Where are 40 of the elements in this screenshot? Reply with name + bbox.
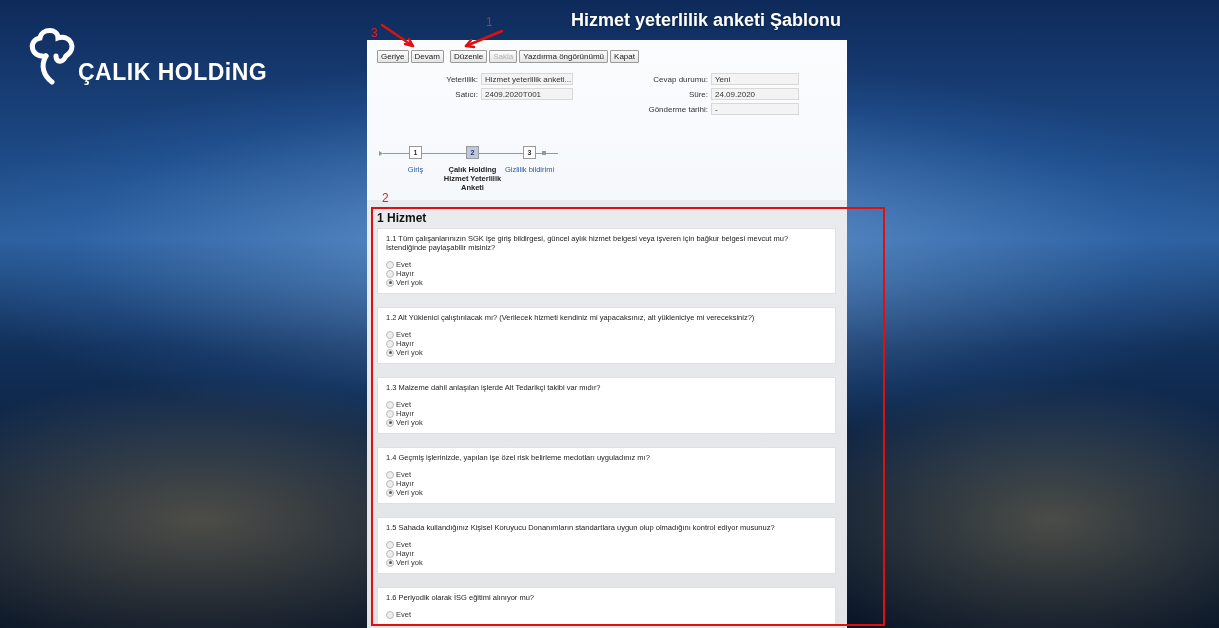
radio-button[interactable] [386, 549, 394, 558]
field-label: Cevap durumu: [652, 74, 708, 84]
radio-button[interactable] [386, 269, 394, 278]
stepper-start-icon [379, 151, 383, 156]
field-value: Yeni [711, 73, 799, 85]
radio-button[interactable] [386, 418, 394, 427]
field-label: Gönderme tarihi: [647, 104, 708, 114]
radio-button[interactable] [386, 540, 394, 549]
field-label: Süre: [687, 89, 708, 99]
annotation-arrow [464, 29, 504, 49]
field-label: Satıcı: [454, 89, 478, 99]
page-title: Hizmet yeterlilik anketi Şablonu [570, 9, 841, 31]
toolbar-button[interactable]: Devam [410, 50, 444, 63]
radio-button[interactable] [386, 400, 394, 409]
annotation-number: 3 [371, 27, 378, 39]
annotation-arrow [380, 23, 415, 48]
radio-button[interactable] [386, 470, 394, 479]
toolbar-button[interactable]: Yazdırma öngörünümü [519, 50, 609, 63]
radio-button[interactable] [386, 558, 394, 567]
annotation-number: 1 [486, 16, 493, 28]
radio-button[interactable] [386, 348, 394, 357]
radio-button[interactable] [386, 479, 394, 488]
annotation-number: 2 [382, 192, 389, 204]
toolbar-button[interactable]: Geriye [377, 50, 409, 63]
toolbar-button[interactable]: Düzenle [449, 50, 488, 63]
field-value: Hizmet yeterlilik anketi... [481, 73, 573, 85]
field-value: 24.09.2020 [711, 88, 799, 100]
radio-button[interactable] [386, 409, 394, 418]
logo-text: ÇALIK HOLDiNG [78, 59, 268, 86]
section-title: 1 Hizmet [377, 211, 427, 225]
radio-button[interactable] [386, 339, 394, 348]
field-value: - [711, 103, 799, 115]
radio-button[interactable] [386, 330, 394, 339]
radio-button[interactable] [386, 488, 394, 497]
field-value: 2409.2020T001 [481, 88, 573, 100]
radio-button[interactable] [386, 278, 394, 287]
radio-button[interactable] [386, 260, 394, 269]
toolbar-button[interactable]: Kapat [610, 50, 639, 63]
radio-button[interactable] [386, 610, 394, 619]
field-label: Yeterlilik: [445, 74, 478, 84]
